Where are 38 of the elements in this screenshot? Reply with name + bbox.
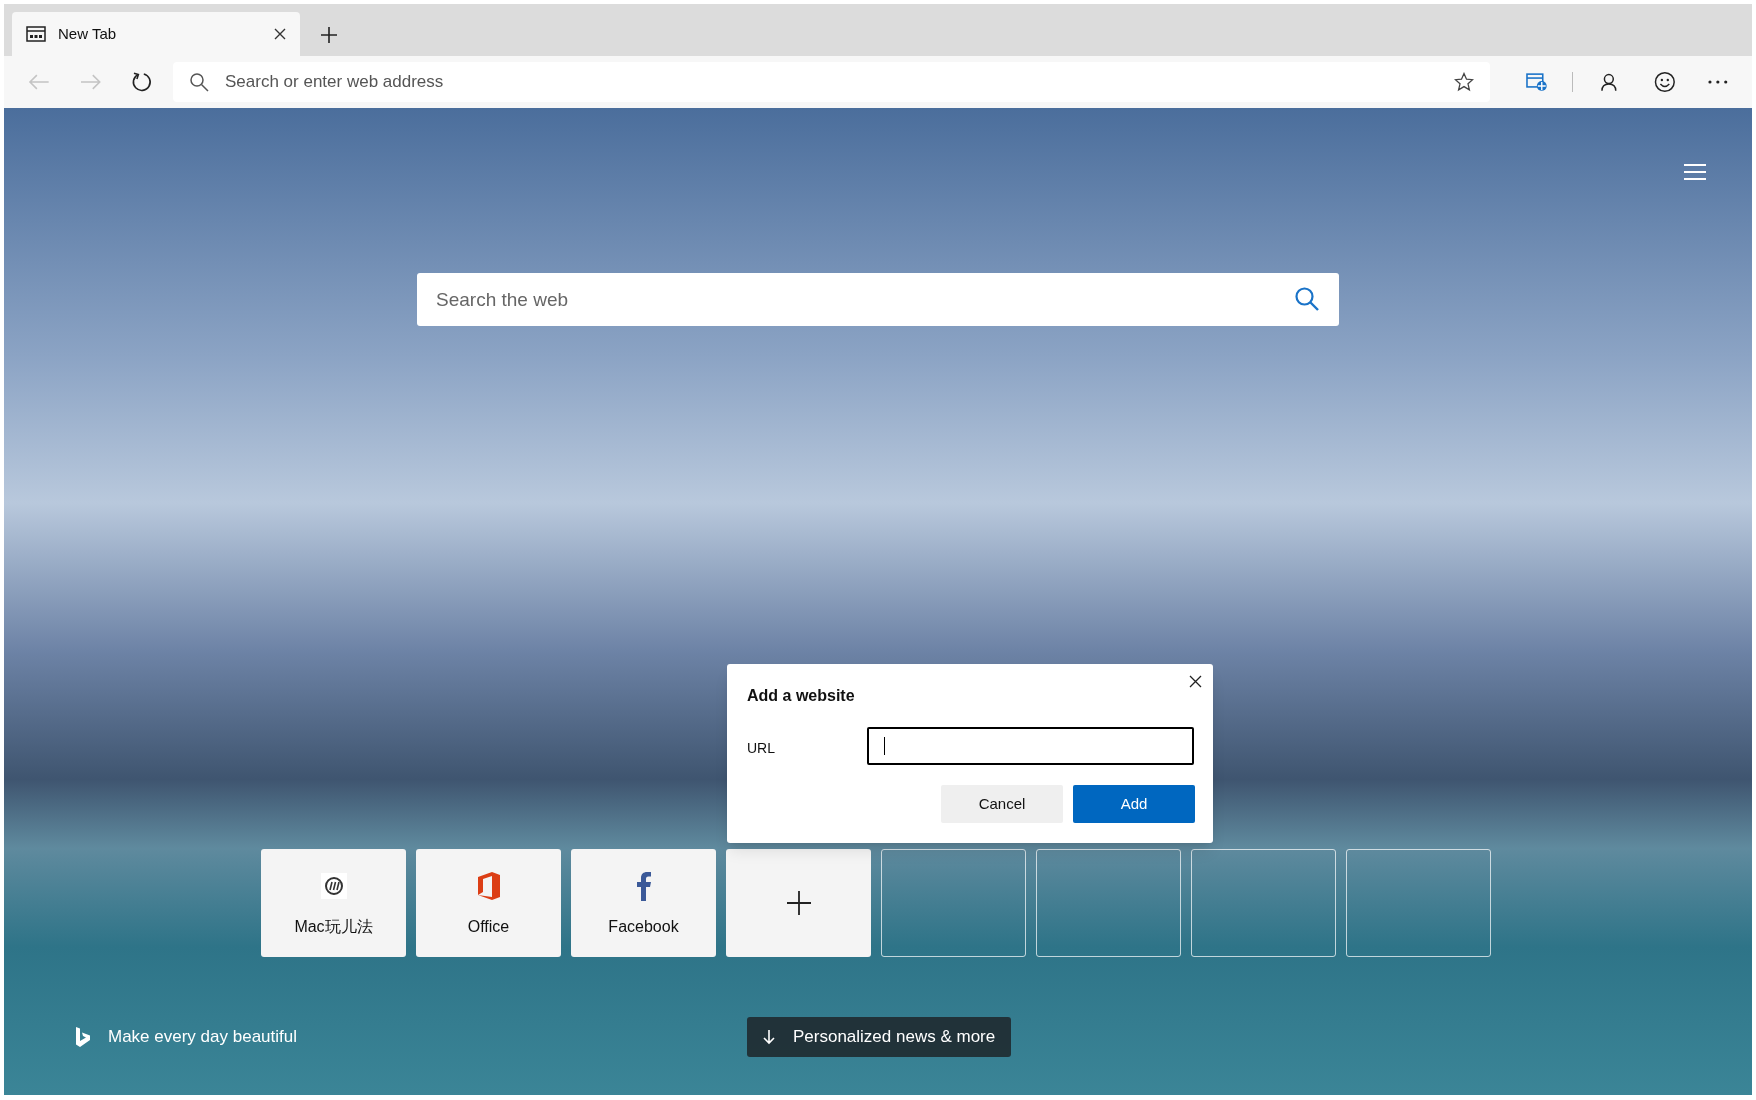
url-label: URL [747,739,775,758]
close-icon[interactable] [274,28,286,40]
web-search-field[interactable]: Search the web [417,273,1339,326]
menu-icon[interactable] [1684,163,1706,181]
empty-tile[interactable] [1346,849,1491,957]
plus-icon [785,890,812,916]
url-input-field[interactable] [867,727,1194,765]
add-button[interactable]: Add [1073,785,1195,823]
star-icon[interactable] [1454,72,1475,92]
tab-title: New Tab [58,23,118,44]
empty-tile[interactable] [1036,849,1181,957]
office-logo-icon [475,871,502,901]
down-arrow-icon [763,1029,775,1045]
site-tile[interactable]: Office [416,849,561,957]
page-icon [26,26,46,42]
site-tile[interactable]: Mac玩儿法 [261,849,406,957]
site-logo-icon [320,873,347,899]
news-button[interactable]: Personalized news & more [747,1017,1012,1057]
empty-tile[interactable] [1191,849,1336,957]
empty-tile[interactable] [881,849,1026,957]
cancel-button[interactable]: Cancel [941,785,1063,823]
browser-tab[interactable]: New Tab [12,12,300,56]
new-tab-icon[interactable] [320,26,338,44]
refresh-icon[interactable] [131,71,153,93]
add-site-tile[interactable] [726,849,871,957]
search-icon[interactable] [1294,286,1320,312]
search-icon [189,72,209,92]
bing-logo-icon [74,1026,92,1048]
address-bar[interactable]: Search or enter web address [173,62,1491,102]
site-tile[interactable]: Facebook [571,849,716,957]
facebook-logo-icon [635,871,652,901]
tagline: Make every day beautiful [108,1026,297,1049]
smiley-icon[interactable] [1653,71,1676,93]
dialog-title: Add a website [747,686,855,706]
more-icon[interactable] [1708,80,1728,84]
reading-view-icon[interactable] [1526,72,1548,92]
close-icon[interactable] [1189,675,1202,688]
profile-icon[interactable] [1598,72,1619,92]
